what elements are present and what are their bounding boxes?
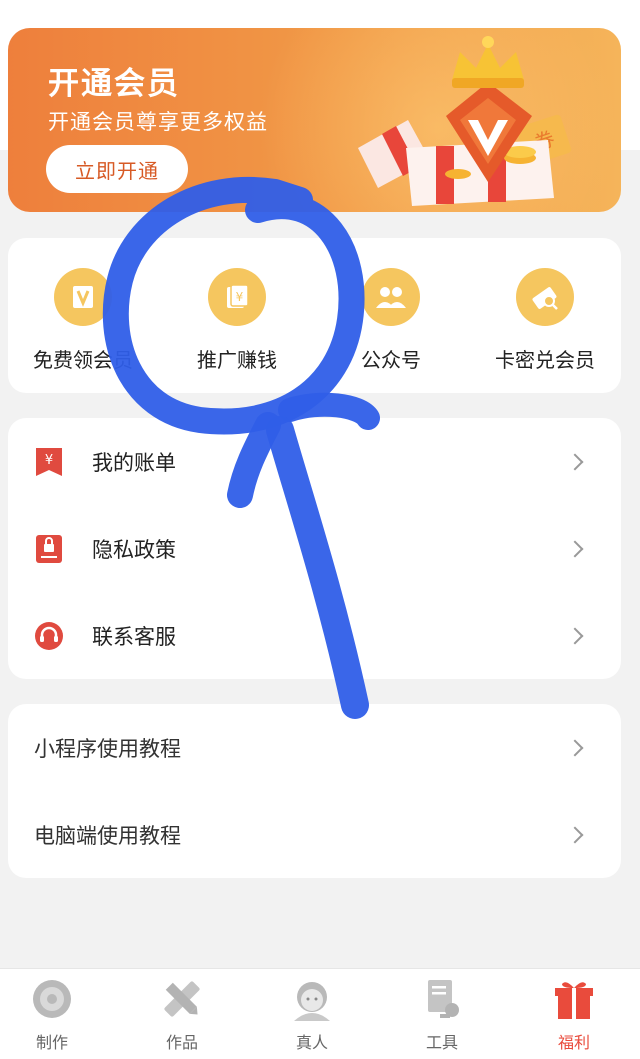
bottom-tab-bar: 制作 作品 真人 工具 福利: [0, 968, 640, 1059]
person-face-icon: [294, 982, 330, 1021]
customer-service-icon: [35, 621, 63, 650]
menu-item-contact-service[interactable]: 联系客服: [8, 592, 621, 679]
tab-label: 福利: [557, 1033, 590, 1052]
tutorial-desktop[interactable]: 电脑端使用教程: [8, 791, 621, 878]
disc-icon: [33, 980, 71, 1018]
membership-banner[interactable]: 开通会员 开通会员尊享更多权益 立即开通 券: [8, 28, 621, 212]
banner-subtitle: 开通会员尊享更多权益: [48, 110, 268, 134]
tab-tools[interactable]: 工具: [392, 977, 492, 1057]
chevron-right-icon: [566, 627, 584, 644]
v-badge-icon: [54, 268, 112, 326]
tab-works[interactable]: 作品: [132, 977, 232, 1057]
tab-label: 工具: [425, 1033, 458, 1052]
people-icon: [362, 268, 420, 326]
quick-item-free-membership[interactable]: 免费领会员: [8, 268, 158, 378]
pencil-ruler-icon: [164, 981, 200, 1017]
quick-item-label: 推广赚钱: [197, 348, 277, 372]
chevron-right-icon: [566, 453, 584, 470]
tutorials-card: 小程序使用教程 电脑端使用教程: [8, 704, 621, 878]
quick-item-label: 卡密兑会员: [495, 348, 595, 372]
menu-item-my-bill[interactable]: ¥ 我的账单: [8, 418, 621, 505]
yuan-card-icon: ¥: [208, 268, 266, 326]
tab-welfare[interactable]: 福利: [524, 977, 624, 1057]
document-wrench-icon: [428, 980, 459, 1018]
tab-real-person[interactable]: 真人: [262, 977, 362, 1057]
banner-title: 开通会员: [48, 66, 180, 102]
privacy-lock-icon: [36, 534, 62, 563]
quick-actions-card: 免费领会员 ¥ 推广赚钱 公众号 卡密兑会员: [8, 238, 621, 393]
quick-item-card-redeem[interactable]: 卡密兑会员: [470, 268, 620, 378]
menu-card: ¥ 我的账单 隐私政策 联系客服: [8, 418, 621, 679]
tab-make[interactable]: 制作: [2, 977, 102, 1057]
tutorial-label: 电脑端使用教程: [34, 823, 181, 848]
vip-gift-box-illustration: 券: [358, 36, 572, 206]
menu-item-label: 我的账单: [92, 450, 176, 475]
bill-icon: ¥: [36, 447, 62, 476]
tab-label: 真人: [295, 1033, 328, 1052]
tab-label: 作品: [165, 1033, 198, 1052]
menu-item-label: 联系客服: [92, 624, 176, 649]
menu-item-privacy-policy[interactable]: 隐私政策: [8, 505, 621, 592]
gift-icon: [555, 982, 593, 1019]
svg-text:¥: ¥: [236, 290, 244, 304]
quick-item-promote-earn[interactable]: ¥ 推广赚钱: [162, 268, 312, 378]
quick-item-official-account[interactable]: 公众号: [316, 268, 466, 378]
tab-label: 制作: [35, 1033, 68, 1052]
chevron-right-icon: [566, 739, 584, 756]
tutorial-mini-program[interactable]: 小程序使用教程: [8, 704, 621, 791]
chevron-right-icon: [566, 826, 584, 843]
menu-item-label: 隐私政策: [92, 537, 176, 562]
tutorial-label: 小程序使用教程: [34, 736, 181, 761]
ticket-search-icon: [516, 268, 574, 326]
chevron-right-icon: [566, 540, 584, 557]
quick-item-label: 公众号: [361, 348, 421, 372]
quick-item-label: 免费领会员: [33, 348, 133, 372]
svg-text:¥: ¥: [45, 453, 53, 468]
open-membership-button[interactable]: 立即开通: [46, 145, 188, 193]
